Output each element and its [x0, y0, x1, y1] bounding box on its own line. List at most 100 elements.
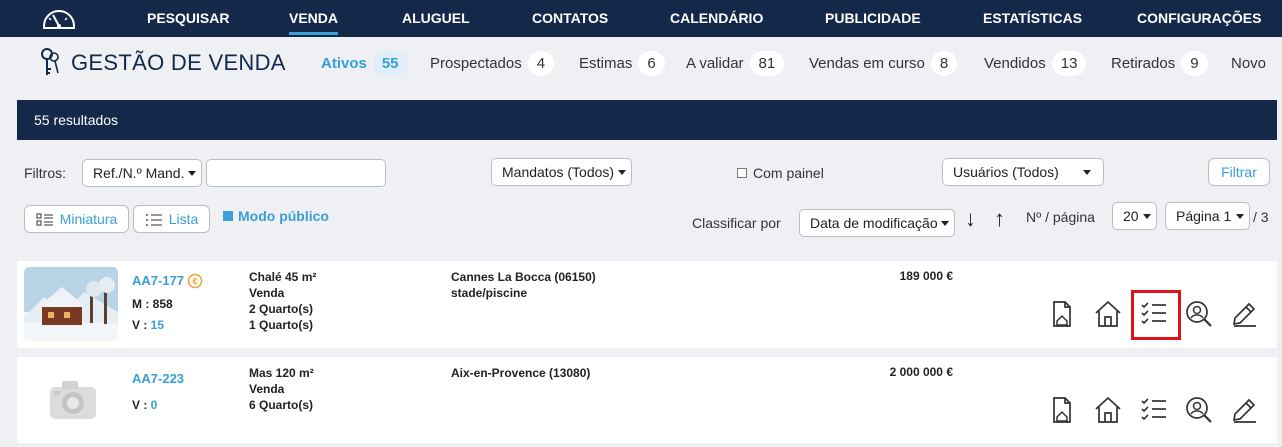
nav-estatisticas[interactable]: ESTATÍSTICAS [983, 0, 1082, 37]
sort-ascending-arrow-icon[interactable]: ↑ [994, 206, 1005, 232]
count-badge: 6 [638, 51, 665, 76]
tab-retirados[interactable]: Retirados 9 [1111, 51, 1208, 76]
count-badge: 55 [372, 51, 408, 76]
tab-label: Prospectados [430, 55, 522, 72]
rooms-count: 2 Quarto(s) [249, 302, 314, 316]
com-painel-checkbox[interactable] [737, 168, 747, 178]
listing-price: 2 000 000 € [889, 365, 953, 379]
euro-refresh-icon: € [187, 273, 203, 289]
page-select[interactable]: Página 1 [1165, 202, 1250, 230]
keys-icon [41, 48, 59, 75]
listing-row[interactable]: AA7-177 € M : 858 V : 15 Chalé 45 m² Ven… [17, 261, 1277, 348]
ref-search-input[interactable] [206, 159, 386, 187]
edit-pencil-icon[interactable] [1229, 395, 1259, 425]
caret-down-icon [941, 221, 949, 226]
tab-label: Vendas em curso [809, 55, 925, 72]
house-icon[interactable] [1093, 299, 1123, 329]
users-select[interactable]: Usuários (Todos) [942, 158, 1104, 186]
page-total: / 3 [1253, 209, 1269, 225]
nav-aluguel[interactable]: ALUGUEL [402, 0, 470, 37]
nav-contatos[interactable]: CONTATOS [532, 0, 608, 37]
tab-vendidos[interactable]: Vendidos 13 [984, 51, 1087, 76]
tab-label: Estimas [579, 55, 633, 72]
list-icon [145, 214, 162, 227]
sort-label: Classificar por [692, 215, 781, 231]
location-city: Cannes La Bocca (06150) [451, 270, 596, 284]
listing-location: Cannes La Bocca (06150) stade/piscine [451, 269, 596, 301]
per-page-select[interactable]: 20 [1112, 202, 1157, 230]
camera-icon [24, 363, 118, 437]
public-mode-toggle[interactable]: Modo público [223, 208, 329, 224]
nav-calendario[interactable]: CALENDÁRIO [670, 0, 763, 37]
house-icon[interactable] [1093, 395, 1123, 425]
edit-pencil-icon[interactable] [1229, 299, 1259, 329]
listing-v-value: V : 0 [132, 397, 157, 413]
listing-location: Aix-en-Provence (13080) [451, 365, 590, 381]
count-badge: 9 [1181, 51, 1208, 76]
ref-select-value: Ref./N.º Mand. [93, 165, 185, 181]
listing-details: Chalé 45 m² Venda 2 Quarto(s) 1 Quarto(s… [249, 269, 316, 333]
m-label: M : [132, 297, 153, 311]
sort-select-value: Data de modificação [810, 215, 938, 231]
listing-row[interactable]: AA7-223 V : 0 Mas 120 m² Venda 6 Quarto(… [17, 357, 1277, 443]
listing-price: 189 000 € [899, 269, 953, 283]
tab-a-validar[interactable]: A validar 81 [686, 51, 785, 76]
nav-configuracoes[interactable]: CONFIGURAÇÕES [1137, 0, 1261, 37]
caret-down-icon [618, 170, 626, 175]
page-title: GESTÃO DE VENDA [71, 50, 286, 75]
v-label: V : [132, 318, 151, 332]
count-badge: 13 [1051, 51, 1087, 76]
caret-down-icon [1083, 170, 1091, 175]
com-painel-label: Com painel [753, 165, 824, 181]
property-photo-placeholder[interactable] [24, 363, 118, 437]
tab-estimas[interactable]: Estimas 6 [579, 51, 665, 76]
document-house-icon[interactable] [1047, 395, 1077, 425]
tab-vendas-em-curso[interactable]: Vendas em curso 8 [809, 51, 958, 76]
v-label: V : [132, 398, 151, 412]
tab-prospectados[interactable]: Prospectados 4 [430, 51, 555, 76]
tab-label: Vendidos [984, 55, 1046, 72]
tab-novo[interactable]: Novo [1231, 51, 1266, 76]
lista-view-button[interactable]: Lista [133, 205, 210, 233]
count-badge: 8 [930, 51, 958, 76]
caret-down-icon [1236, 214, 1244, 219]
sort-descending-arrow-icon[interactable]: ↓ [965, 206, 976, 232]
m-number: 858 [152, 297, 173, 311]
search-contact-icon[interactable] [1184, 299, 1214, 329]
transaction-type: Venda [249, 286, 285, 300]
svg-text:€: € [192, 277, 197, 287]
nav-venda[interactable]: VENDA [289, 0, 339, 37]
tab-ativos[interactable]: Ativos 55 [321, 51, 408, 76]
document-house-icon[interactable] [1047, 299, 1077, 329]
listing-reference[interactable]: AA7-177 [132, 273, 184, 288]
listing-reference[interactable]: AA7-223 [132, 371, 184, 386]
nav-pesquisar[interactable]: PESQUISAR [147, 0, 229, 37]
v-number[interactable]: 0 [151, 398, 158, 412]
tab-label: Ativos [321, 55, 367, 72]
nav-publicidade[interactable]: PUBLICIDADE [825, 0, 921, 37]
tab-label: Novo [1231, 55, 1267, 72]
mandates-select[interactable]: Mandatos (Todos) [491, 158, 632, 186]
speedometer-logo-icon[interactable] [40, 6, 78, 30]
snowy-chalet-photo [24, 267, 118, 341]
checklist-icon[interactable] [1139, 395, 1169, 425]
property-photo[interactable] [24, 267, 118, 341]
sort-select[interactable]: Data de modificação [799, 209, 955, 237]
location-detail: stade/piscine [451, 286, 528, 300]
highlight-box [1131, 290, 1181, 340]
search-contact-icon[interactable] [1184, 395, 1214, 425]
public-mode-label: Modo público [238, 208, 329, 224]
property-type: Chalé 45 m² [249, 270, 317, 284]
filter-button[interactable]: Filtrar [1208, 158, 1270, 186]
page-select-value: Página 1 [1176, 208, 1232, 224]
per-page-label: Nº / página [1026, 209, 1095, 225]
users-select-value: Usuários (Todos) [953, 164, 1059, 180]
rooms-count: 6 Quarto(s) [249, 398, 314, 412]
top-nav: PESQUISAR VENDA ALUGUEL CONTATOS CALENDÁ… [0, 0, 1282, 37]
ref-select[interactable]: Ref./N.º Mand. [82, 159, 202, 187]
caret-down-icon [1143, 214, 1151, 219]
miniatura-label: Miniatura [59, 211, 118, 227]
v-number[interactable]: 15 [151, 318, 164, 332]
miniatura-view-button[interactable]: Miniatura [24, 205, 129, 233]
tab-label: Retirados [1111, 55, 1176, 72]
